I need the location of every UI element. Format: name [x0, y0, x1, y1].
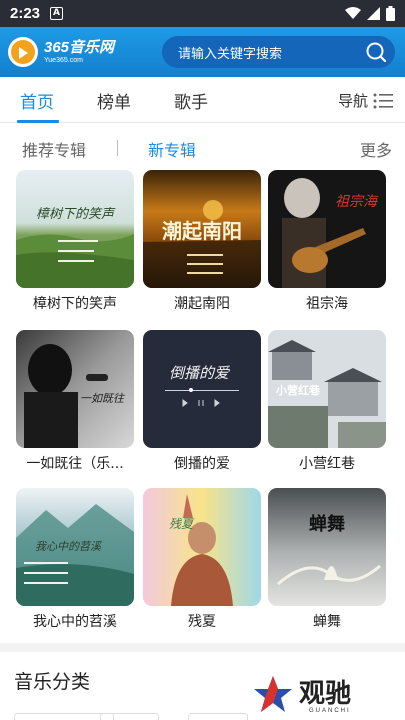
signal-icon — [367, 7, 380, 20]
nav-menu-button[interactable]: 导航 — [338, 90, 393, 111]
notification-icon: A — [50, 7, 64, 20]
status-time: 2:23 — [10, 5, 41, 22]
album-card[interactable]: 小营红巷 小营红巷 — [268, 330, 388, 473]
watermark-text: 观驰 — [299, 679, 352, 709]
album-cover-text: 小营红巷 — [275, 383, 321, 397]
album-cover[interactable]: 残夏 — [143, 488, 261, 606]
album-cover[interactable]: 倒播的爱 — [143, 330, 261, 448]
album-title[interactable]: 一如既往（乐... — [16, 453, 134, 473]
album-cover-text: 倒播的爱 — [169, 364, 231, 382]
category-item[interactable] — [14, 713, 114, 720]
watermark-subtext: GUANCHI — [309, 708, 351, 714]
section-title: 音乐分类 — [14, 671, 91, 693]
album-card[interactable]: 残夏 残夏 — [143, 488, 263, 631]
album-card[interactable]: 我心中的苕溪 我心中的苕溪 — [16, 488, 136, 631]
app-logo[interactable]: 365音乐网 Yue365.com — [8, 32, 158, 72]
logo-subtitle: Yue365.com — [44, 57, 83, 64]
logo-title: 365音乐网 — [44, 39, 115, 56]
battery-icon — [386, 6, 395, 21]
album-cover-text: 我心中的苕溪 — [35, 540, 102, 553]
album-title[interactable]: 祖宗海 — [268, 293, 386, 313]
album-sub-tabs: 推荐专辑 新专辑 更多 — [0, 124, 405, 170]
album-cover[interactable]: 祖宗海 — [268, 170, 386, 288]
main-tabs: 首页 榜单 歌手 导航 — [0, 77, 405, 123]
album-title[interactable]: 蝉舞 — [268, 611, 386, 631]
tab-charts[interactable]: 榜单 — [97, 88, 131, 113]
album-cover[interactable]: 蝉舞 — [268, 488, 386, 606]
album-cover[interactable]: 小营红巷 — [268, 330, 386, 448]
search-icon[interactable] — [365, 41, 387, 63]
category-item[interactable] — [188, 713, 248, 720]
album-cover-text: 残夏 — [169, 517, 195, 531]
album-card[interactable]: 一如既往 一如既往（乐... — [16, 330, 136, 473]
album-cover[interactable]: 潮起南阳 — [143, 170, 261, 288]
album-title[interactable]: 樟树下的笑声 — [16, 293, 134, 313]
album-cover[interactable]: 我心中的苕溪 — [16, 488, 134, 606]
album-title[interactable]: 小营红巷 — [268, 453, 386, 473]
tab-recommended-albums[interactable]: 推荐专辑 — [22, 137, 86, 161]
watermark: 观驰 GUANCHI — [253, 670, 363, 718]
album-cover[interactable]: 一如既往 — [16, 330, 134, 448]
album-card[interactable]: 樟树下的笑声 樟树下的笑声 — [16, 170, 136, 313]
album-card[interactable]: 祖宗海 祖宗海 — [268, 170, 388, 313]
category-item[interactable] — [100, 713, 159, 720]
album-cover-text: 祖宗海 — [335, 194, 379, 210]
app-header: 365音乐网 Yue365.com 请输入关键字搜索 — [0, 27, 405, 77]
album-title[interactable]: 我心中的苕溪 — [16, 611, 134, 631]
album-title[interactable]: 潮起南阳 — [143, 293, 261, 313]
star-logo-icon — [254, 676, 292, 712]
album-cover-text: 樟树下的笑声 — [36, 207, 116, 222]
nav-menu-label: 导航 — [337, 92, 368, 110]
album-cover-text: 蝉舞 — [309, 513, 345, 535]
status-bar: 2:23 A — [0, 0, 405, 27]
wifi-icon — [345, 7, 361, 19]
album-card[interactable]: 倒播的爱 倒播的爱 — [143, 330, 263, 473]
tab-home[interactable]: 首页 — [20, 88, 54, 113]
more-link[interactable]: 更多 — [360, 137, 392, 161]
tab-new-albums[interactable]: 新专辑 — [148, 137, 196, 161]
menu-list-icon — [373, 93, 393, 108]
search-input[interactable]: 请输入关键字搜索 — [162, 36, 395, 68]
active-tab-indicator — [17, 120, 59, 123]
album-cover-text: 一如既往 — [80, 392, 126, 405]
tab-singers[interactable]: 歌手 — [174, 88, 208, 113]
album-cover-text: 潮起南阳 — [162, 219, 242, 243]
album-title[interactable]: 残夏 — [143, 611, 261, 631]
album-card[interactable]: 潮起南阳 潮起南阳 — [143, 170, 263, 313]
album-card[interactable]: 蝉舞 蝉舞 — [268, 488, 388, 631]
album-title[interactable]: 倒播的爱 — [143, 453, 261, 473]
logo-disc-icon — [8, 37, 38, 67]
search-placeholder: 请输入关键字搜索 — [178, 46, 283, 62]
section-divider — [0, 643, 405, 652]
album-cover[interactable]: 樟树下的笑声 — [16, 170, 134, 288]
sub-tab-divider — [117, 140, 118, 156]
